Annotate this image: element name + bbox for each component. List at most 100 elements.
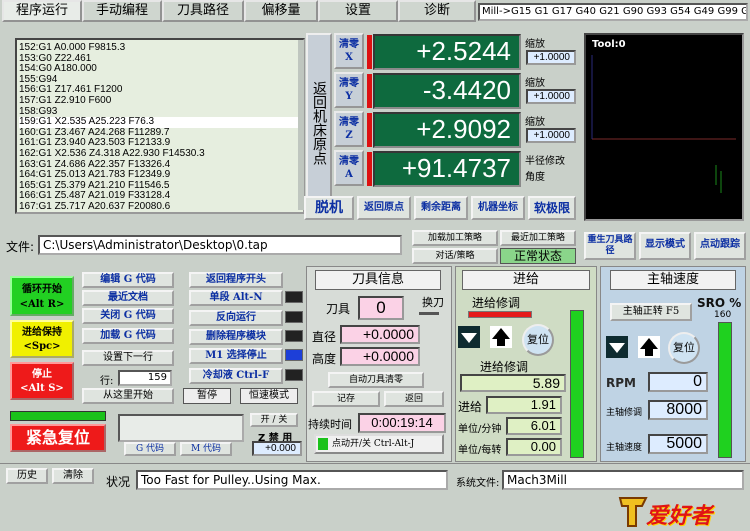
scale-value[interactable]: +1.0000	[526, 50, 576, 65]
tab-settings[interactable]: 设置	[318, 0, 398, 22]
toolpath-display[interactable]: Tool:0	[584, 33, 744, 221]
set-next-line-button[interactable]: 设置下一行	[82, 350, 174, 366]
spindle-up-icon[interactable]	[638, 336, 660, 358]
cycle-start-button[interactable]: 循环开始 <Alt R>	[10, 276, 74, 316]
scale-value[interactable]: +1.0000	[526, 89, 576, 104]
zero-a-button[interactable]: 清零 A	[334, 150, 364, 186]
tool-change-button[interactable]: 换刀	[420, 296, 446, 326]
recent-file-button[interactable]: 最近文档	[82, 290, 174, 306]
single-block-button[interactable]: 单段 Alt-N	[189, 290, 283, 306]
history-button[interactable]: 历史	[6, 468, 48, 484]
soft-limits-button[interactable]: 软极限	[528, 196, 576, 220]
block-delete-button[interactable]: 删除程序模块	[189, 329, 283, 345]
spindle-reset-button[interactable]: 复位	[668, 332, 700, 364]
spindle-title: 主轴速度	[610, 270, 736, 290]
elapsed-label: 持续时间	[308, 418, 352, 431]
gcode-listing[interactable]: 152:G1 A0.000 F9815.3 153:G0 Z22.461 154:G…	[15, 38, 305, 214]
remember-button[interactable]: 记存	[312, 391, 380, 407]
mcodes-button[interactable]: M 代码	[180, 442, 232, 456]
conversational-button[interactable]: 对话/策略	[412, 248, 498, 264]
offline-button[interactable]: 脱机	[304, 196, 354, 220]
auto-tool-zero-button[interactable]: 自动刀具清零	[328, 372, 424, 388]
feed-slider[interactable]	[570, 310, 584, 458]
regen-toolpath-button[interactable]: 重生刀具路径	[584, 232, 636, 260]
z-inhibit-value[interactable]: +0.000	[252, 441, 302, 456]
reverse-run-led	[285, 311, 303, 323]
profile-label: 系统文件:	[456, 478, 500, 489]
stop-button[interactable]: 停止 <Alt S>	[10, 362, 74, 400]
units-per-min-label: 单位/分钟	[458, 424, 502, 435]
gcodes-button[interactable]: G 代码	[124, 442, 176, 456]
dro-z[interactable]: +2.9092	[373, 112, 521, 148]
dist-to-go-button[interactable]: 剩余距离	[414, 196, 468, 220]
toolpath-axes	[591, 55, 736, 193]
flood-coolant-button[interactable]: 冷却液 Ctrl-F	[189, 368, 283, 384]
dro-a[interactable]: +91.4737	[373, 151, 521, 187]
tool-info-title: 刀具信息	[315, 270, 441, 290]
rewind-button[interactable]: 返回程序开头	[189, 272, 283, 288]
spindle-slider[interactable]	[718, 322, 732, 458]
modal-status-line: Mill->G15 G1 G17 G40 G21 G90 G93 G54 G49…	[478, 3, 748, 21]
reverse-run-button[interactable]: 反向运行	[189, 310, 283, 326]
feed-override-value[interactable]: 5.89	[460, 374, 566, 392]
feed-override-label-2: 进给修调	[480, 360, 529, 374]
run-from-here-button[interactable]: 从这里开始	[82, 388, 174, 404]
close-gcode-button[interactable]: 关闭 G 代码	[82, 308, 174, 324]
dro-y[interactable]: -3.4420	[373, 73, 521, 109]
feed-hold-button[interactable]: 进给保持 <Spc>	[10, 320, 74, 358]
zero-y-button[interactable]: 清零 Y	[334, 72, 364, 108]
machine-coords-button[interactable]: 机器坐标	[471, 196, 525, 220]
edit-gcode-button[interactable]: 编辑 G 代码	[82, 272, 174, 288]
feed-up-icon[interactable]	[490, 326, 512, 348]
return-button[interactable]: 返回	[384, 391, 444, 407]
feed-reset-button[interactable]: 复位	[522, 324, 554, 356]
m1-optional-stop-button[interactable]: M1 选择停止	[189, 348, 283, 364]
gcode-line[interactable]: 157:G1 Z2.910 F600	[19, 95, 303, 107]
estop-reset-button[interactable]: 紧急复位	[10, 424, 106, 452]
height-field[interactable]: +0.0000	[340, 347, 420, 366]
gcode-line[interactable]: 162:G1 X2.536 Z4.318 A22.930 F14530.3	[19, 148, 303, 160]
scale-value[interactable]: +1.0000	[526, 128, 576, 143]
load-gcode-button[interactable]: 加载 G 代码	[82, 328, 174, 344]
tool-change-bar	[419, 312, 439, 315]
single-block-led	[285, 291, 303, 303]
ref-all-home-button[interactable]: 返回机床原点	[306, 33, 332, 213]
axis-ref-indicator	[367, 35, 372, 69]
feed-down-icon[interactable]	[458, 326, 480, 348]
gcode-line[interactable]: 154:G0 A180.000	[19, 64, 303, 75]
tab-mdi[interactable]: 手动编程	[82, 0, 162, 22]
rpm-label: RPM	[606, 376, 636, 390]
diameter-field[interactable]: +0.0000	[340, 325, 420, 344]
rpm-value: 0	[648, 372, 708, 392]
clear-button[interactable]: 清除	[52, 468, 94, 484]
zero-x-button[interactable]: 清零 X	[334, 33, 364, 69]
line-number-field[interactable]: 159	[118, 370, 172, 386]
scale-label: 半径修改	[525, 156, 565, 167]
load-wizard-button[interactable]: 加载加工策略	[412, 230, 498, 246]
file-label: 文件:	[6, 240, 35, 254]
jog-toggle-button[interactable]: 点动开/关 Ctrl-Alt-J	[314, 434, 444, 454]
tab-offsets[interactable]: 偏移量	[244, 0, 318, 22]
gcode-line[interactable]: 167:G1 Z5.717 A20.637 F20080.6	[19, 201, 303, 212]
tab-program-run[interactable]: 程序运行	[2, 0, 82, 22]
status-message: Too Fast for Pulley..Using Max.	[136, 470, 448, 490]
tab-diagnostics[interactable]: 诊断	[398, 0, 476, 22]
z-inhibit-toggle-button[interactable]: 开 / 关	[250, 413, 298, 427]
gcode-line[interactable]: 152:G1 A0.000 F9815.3	[19, 42, 303, 54]
coolant-led	[285, 369, 303, 381]
display-mode-button[interactable]: 显示模式	[639, 232, 691, 260]
zero-z-button[interactable]: 清零 Z	[334, 111, 364, 147]
tab-toolpath[interactable]: 刀具路径	[162, 0, 244, 22]
gcode-scrollbar[interactable]	[298, 40, 304, 210]
spindle-cw-button[interactable]: 主轴正转 F5	[610, 303, 692, 321]
spindle-down-icon[interactable]	[606, 336, 628, 358]
goto-zero-button[interactable]: 返回原点	[357, 196, 411, 220]
diameter-label: 直径	[312, 330, 337, 344]
dro-x[interactable]: +2.5244	[373, 34, 521, 70]
last-wizard-button[interactable]: 最近加工策略	[500, 230, 576, 246]
jog-follow-button[interactable]: 点动跟踪	[694, 232, 746, 260]
spindle-override-value[interactable]: 8000	[648, 400, 708, 420]
scale-label: 缩放	[525, 117, 545, 128]
tool-number-field[interactable]: 0	[358, 296, 404, 320]
units-per-min-value: 6.01	[506, 417, 562, 435]
